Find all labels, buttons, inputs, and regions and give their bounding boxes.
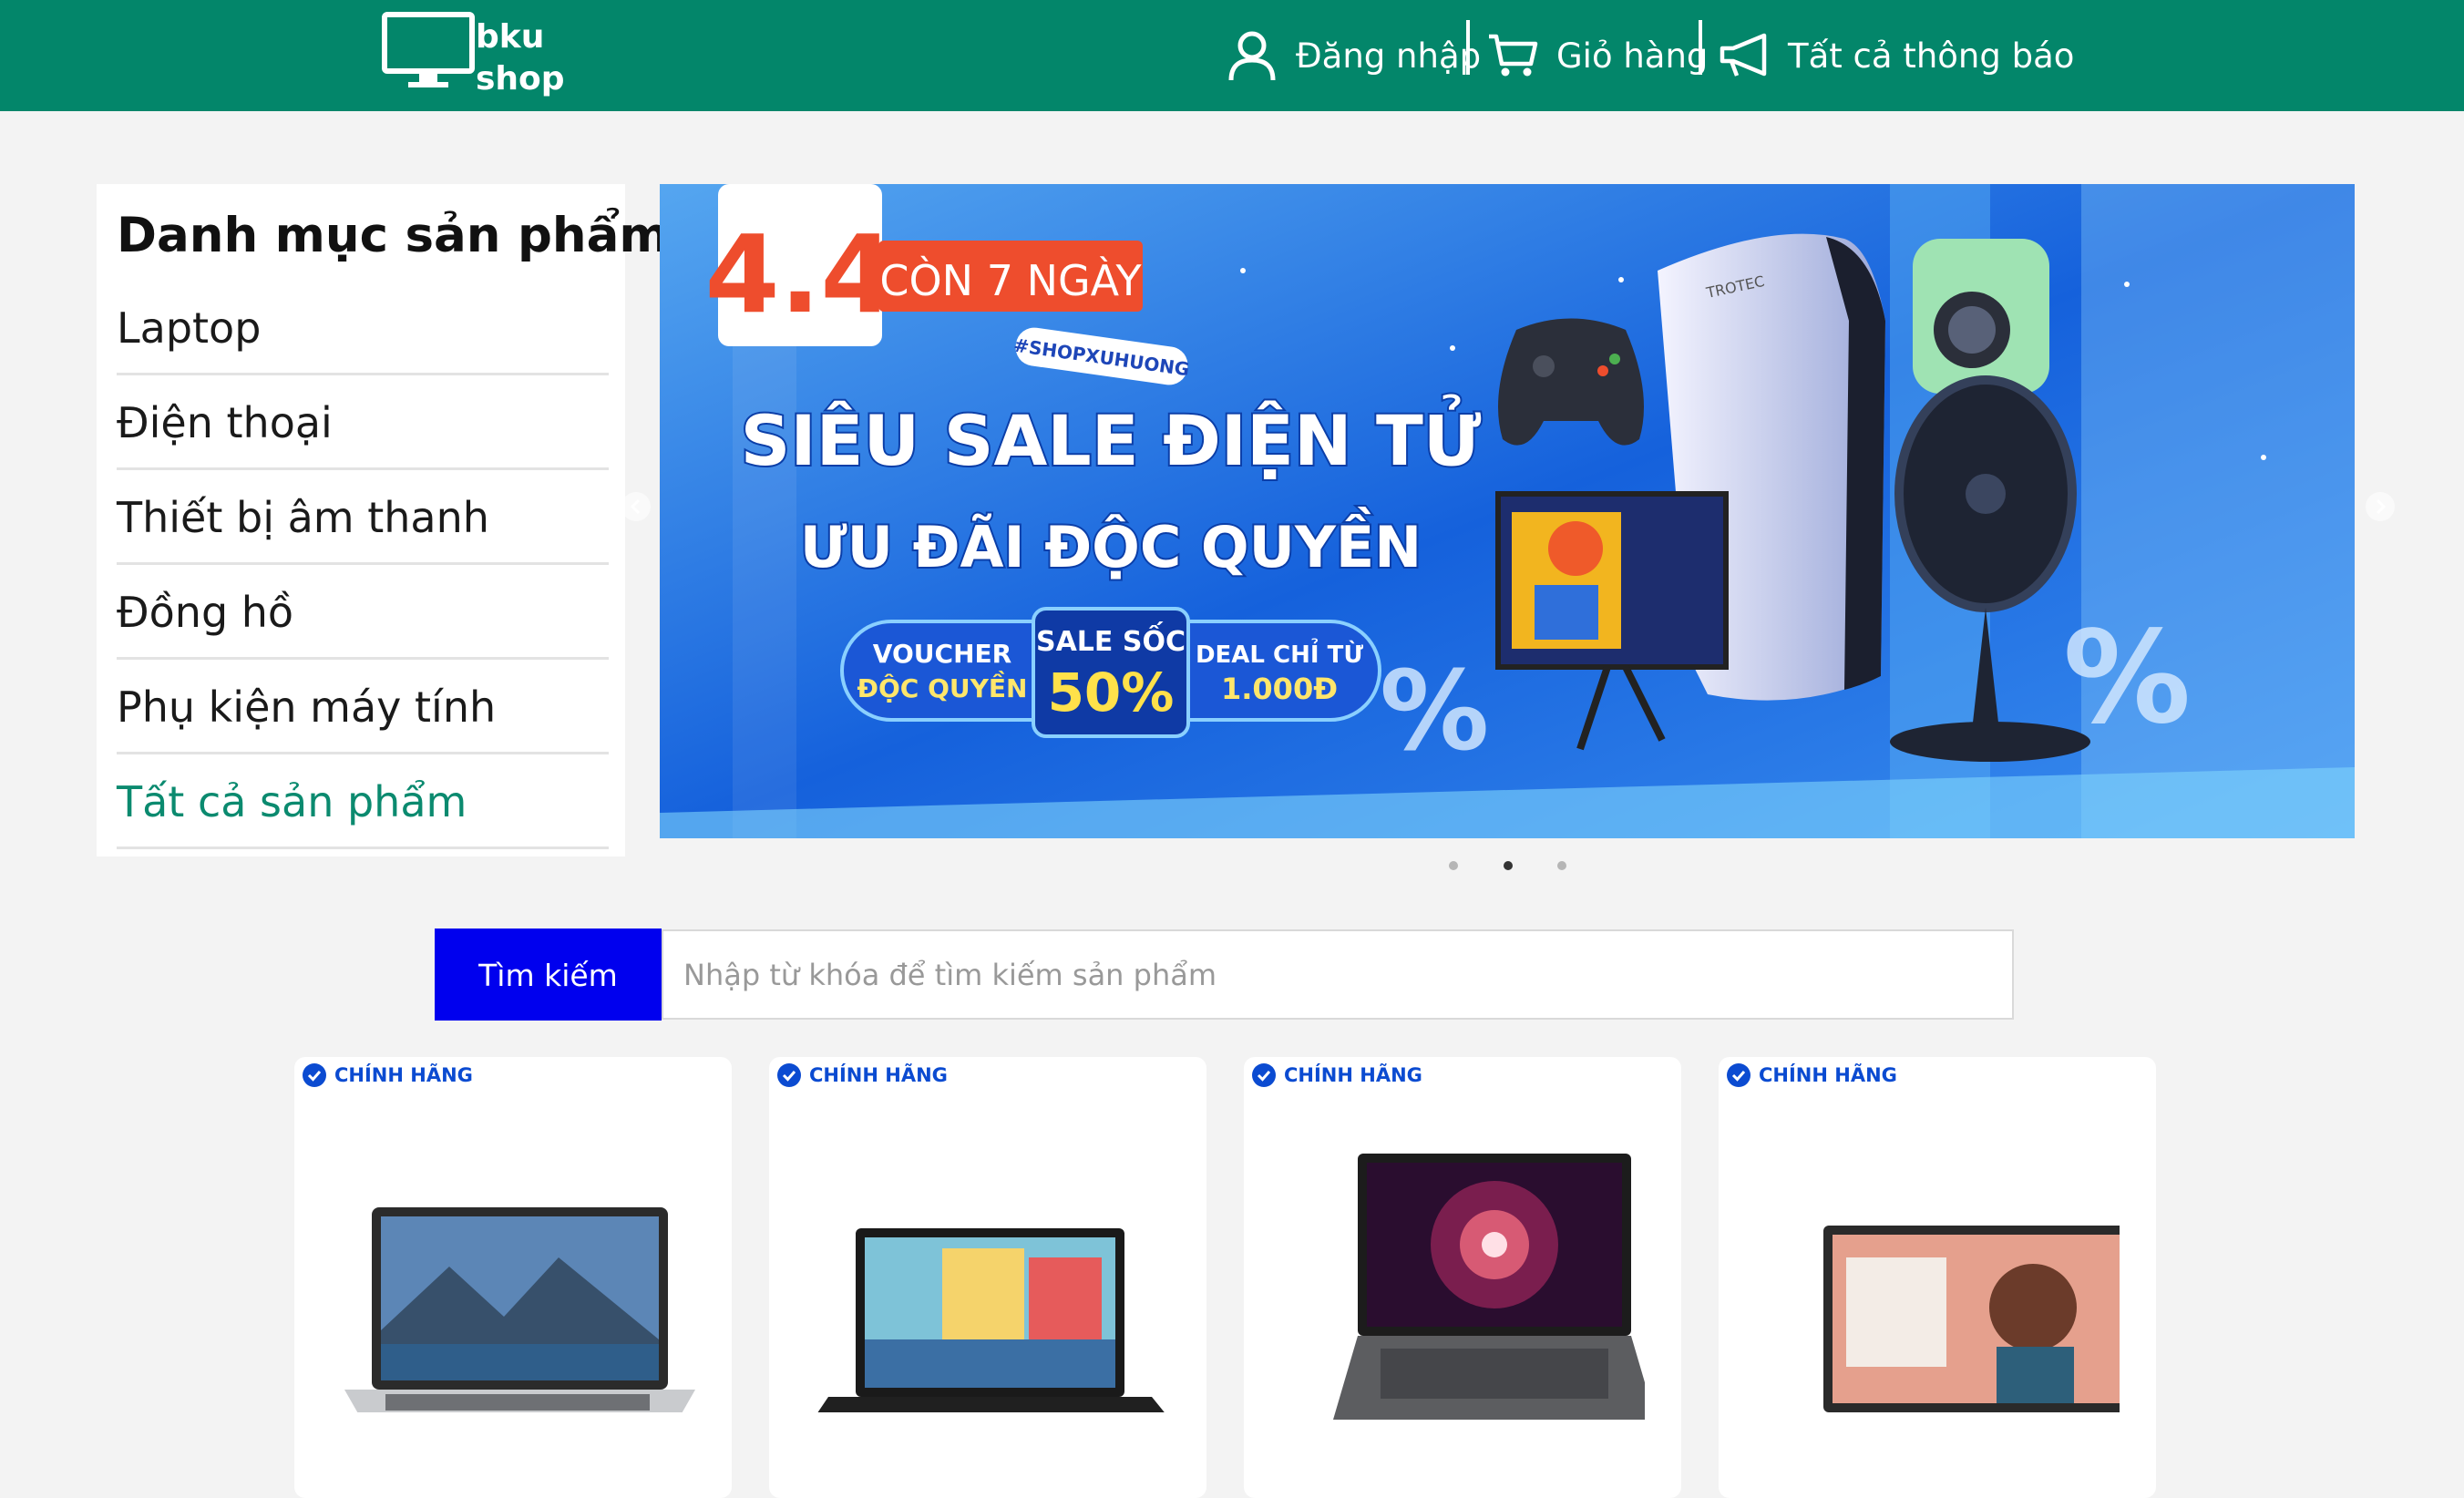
chevron-right-icon [2376, 498, 2387, 515]
banner-headline: SIÊU SALE ĐIỆN TỬ [741, 394, 1482, 481]
header-spacer [0, 111, 2464, 184]
banner-sale-value: 50% [1048, 662, 1175, 723]
carousel-dot-active[interactable] [1504, 861, 1513, 870]
megaphone-icon [1719, 32, 1770, 79]
sidebar-title: Danh mục sản phẩm [117, 208, 670, 263]
banner-camera [1913, 239, 2049, 394]
banner-countdown: CÒN 7 NGÀY [879, 256, 1142, 305]
product-image-laptop [1333, 1154, 1645, 1420]
cart-link[interactable]: Giỏ hàng [1487, 20, 1708, 91]
notifications-label: Tất cả thông báo [1788, 36, 2075, 76]
authentic-badge-label: CHÍNH HÃNG [1284, 1064, 1422, 1086]
login-link[interactable]: Đăng nhập [1227, 20, 1481, 91]
product-card[interactable]: CHÍNH HÃNG [1719, 1057, 2156, 1498]
product-image-laptop [817, 1228, 1165, 1412]
product-image-laptop [344, 1207, 695, 1412]
sidebar-item-phone[interactable]: Điện thoại [117, 375, 609, 470]
banner-voucher-line1: VOUCHER [873, 639, 1011, 669]
authentic-badge-label: CHÍNH HÃNG [334, 1064, 473, 1086]
authentic-badge: CHÍNH HÃNG [776, 1062, 948, 1088]
carousel-prev-button[interactable] [621, 492, 651, 521]
product-card[interactable]: CHÍNH HÃNG [769, 1057, 1206, 1498]
verified-check-icon [302, 1062, 327, 1088]
authentic-badge-label: CHÍNH HÃNG [809, 1064, 948, 1086]
banner-voucher-line2: ĐỘC QUYỀN [857, 670, 1028, 703]
verified-check-icon [1726, 1062, 1751, 1088]
notifications-link[interactable]: Tất cả thông báo [1719, 20, 2074, 91]
banner-percent-deco: % [1380, 649, 1489, 775]
banner-sale-label: SALE SỐC [1036, 621, 1186, 658]
category-sidebar: Danh mục sản phẩm Laptop Điện thoại Thiế… [97, 184, 670, 857]
chevron-left-icon [630, 498, 641, 515]
verified-check-icon [776, 1062, 802, 1088]
login-label: Đăng nhập [1296, 36, 1482, 76]
product-image-laptop [1823, 1226, 2120, 1412]
sidebar-item-pc-accessories[interactable]: Phụ kiện máy tính [117, 660, 609, 754]
authentic-badge: CHÍNH HÃNG [302, 1062, 473, 1088]
carousel-dot[interactable] [1449, 861, 1458, 870]
authentic-badge: CHÍNH HÃNG [1726, 1062, 1897, 1088]
product-card[interactable]: CHÍNH HÃNG [294, 1057, 732, 1498]
search-button[interactable]: Tìm kiếm [435, 929, 662, 1021]
logo-line-2: shop [476, 60, 565, 97]
banner-percent-deco: % [2063, 604, 2191, 753]
nav-divider [1466, 20, 1470, 75]
banner-date: 4.4 [704, 211, 895, 337]
banner-deal-line1: DEAL CHỈ TỪ [1196, 637, 1363, 669]
authentic-badge-label: CHÍNH HÃNG [1759, 1064, 1897, 1086]
promo-banner[interactable]: 4.4 CÒN 7 NGÀY #SHOPXUHUONG SIÊU SALE ĐI… [660, 184, 2355, 838]
verified-check-icon [1251, 1062, 1277, 1088]
banner-subheadline: ƯU ĐÃI ĐỘC QUYỀN [800, 507, 1422, 580]
logo-text: bku shop [476, 16, 565, 100]
logo-line-1: bku [476, 18, 545, 56]
shop-logo[interactable]: bku shop [381, 11, 572, 97]
carousel-dot[interactable] [1557, 861, 1566, 870]
sidebar-item-watch[interactable]: Đồng hồ [117, 565, 609, 660]
search-input[interactable] [662, 929, 2014, 1020]
sidebar-item-laptop[interactable]: Laptop [117, 281, 609, 375]
cart-icon [1487, 33, 1538, 78]
cart-label: Giỏ hàng [1556, 36, 1709, 76]
banner-deal-line2: 1.000Đ [1221, 672, 1338, 706]
authentic-badge: CHÍNH HÃNG [1251, 1062, 1422, 1088]
nav-divider [1699, 20, 1702, 75]
sidebar-item-all-products[interactable]: Tất cả sản phẩm [117, 754, 609, 849]
monitor-icon [382, 12, 475, 87]
banner-artwork: 4.4 CÒN 7 NGÀY #SHOPXUHUONG SIÊU SALE ĐI… [660, 184, 2355, 838]
user-icon [1227, 29, 1278, 82]
product-card[interactable]: CHÍNH HÃNG [1244, 1057, 1681, 1498]
sidebar-item-audio[interactable]: Thiết bị âm thanh [117, 470, 609, 565]
carousel-next-button[interactable] [2366, 492, 2395, 521]
top-header: bku shop Đăng nhập Giỏ hàng Tất cả thông… [0, 0, 2464, 111]
